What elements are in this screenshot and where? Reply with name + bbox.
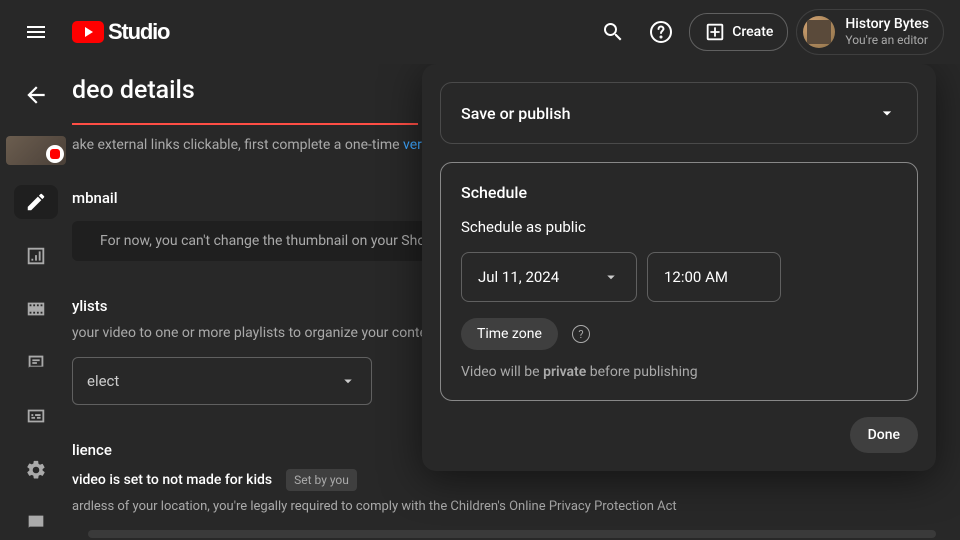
- schedule-subtitle: Schedule as public: [461, 218, 897, 236]
- set-by-you-chip: Set by you: [286, 469, 357, 491]
- editor-icon[interactable]: [14, 292, 58, 326]
- save-publish-title: Save or publish: [461, 104, 570, 123]
- horizontal-scrollbar[interactable]: [88, 530, 936, 538]
- brand-text: Studio: [108, 19, 169, 45]
- done-button[interactable]: Done: [850, 417, 918, 453]
- active-tab-underline: [72, 123, 418, 125]
- help-icon[interactable]: [641, 12, 681, 52]
- edit-icon[interactable]: [14, 185, 58, 219]
- menu-icon[interactable]: [16, 12, 56, 52]
- playlist-select-label: elect: [87, 372, 119, 390]
- visibility-panel: Save or publish Schedule Schedule as pub…: [422, 64, 936, 471]
- audience-status: video is set to not made for kids: [72, 472, 272, 488]
- save-publish-card[interactable]: Save or publish: [440, 82, 918, 144]
- time-value: 12:00 AM: [664, 268, 728, 286]
- search-icon[interactable]: [593, 12, 633, 52]
- subtitles-icon[interactable]: [14, 399, 58, 433]
- create-label: Create: [732, 24, 773, 40]
- video-thumbnail[interactable]: [6, 136, 66, 165]
- left-rail: [0, 64, 72, 540]
- schedule-time-input[interactable]: 12:00 AM: [647, 252, 781, 302]
- timezone-button[interactable]: Time zone: [461, 318, 558, 350]
- schedule-card: Schedule Schedule as public Jul 11, 2024…: [440, 162, 918, 401]
- chevron-down-icon: [877, 103, 897, 123]
- playlist-select[interactable]: elect: [72, 357, 372, 405]
- studio-logo[interactable]: Studio: [72, 19, 169, 45]
- analytics-icon[interactable]: [14, 239, 58, 273]
- date-value: Jul 11, 2024: [478, 268, 559, 286]
- back-icon[interactable]: [16, 80, 56, 110]
- comments-icon[interactable]: [14, 346, 58, 380]
- timezone-help-icon[interactable]: ?: [572, 325, 590, 343]
- account-role: You're an editor: [845, 33, 929, 47]
- schedule-title: Schedule: [461, 183, 897, 202]
- header: Studio Create History Bytes You're an ed…: [0, 0, 960, 64]
- avatar: [803, 16, 835, 48]
- feedback-icon[interactable]: [14, 507, 58, 540]
- chevron-down-icon: [602, 268, 620, 286]
- settings-icon[interactable]: [14, 453, 58, 487]
- youtube-play-icon: [72, 21, 104, 43]
- create-button[interactable]: Create: [689, 13, 788, 51]
- schedule-note: Video will be private before publishing: [461, 364, 897, 380]
- account-name: History Bytes: [845, 16, 929, 33]
- schedule-date-input[interactable]: Jul 11, 2024: [461, 252, 637, 302]
- chevron-down-icon: [339, 372, 357, 390]
- audience-subtext: ardless of your location, you're legally…: [72, 499, 936, 514]
- account-chip[interactable]: History Bytes You're an editor: [796, 9, 944, 55]
